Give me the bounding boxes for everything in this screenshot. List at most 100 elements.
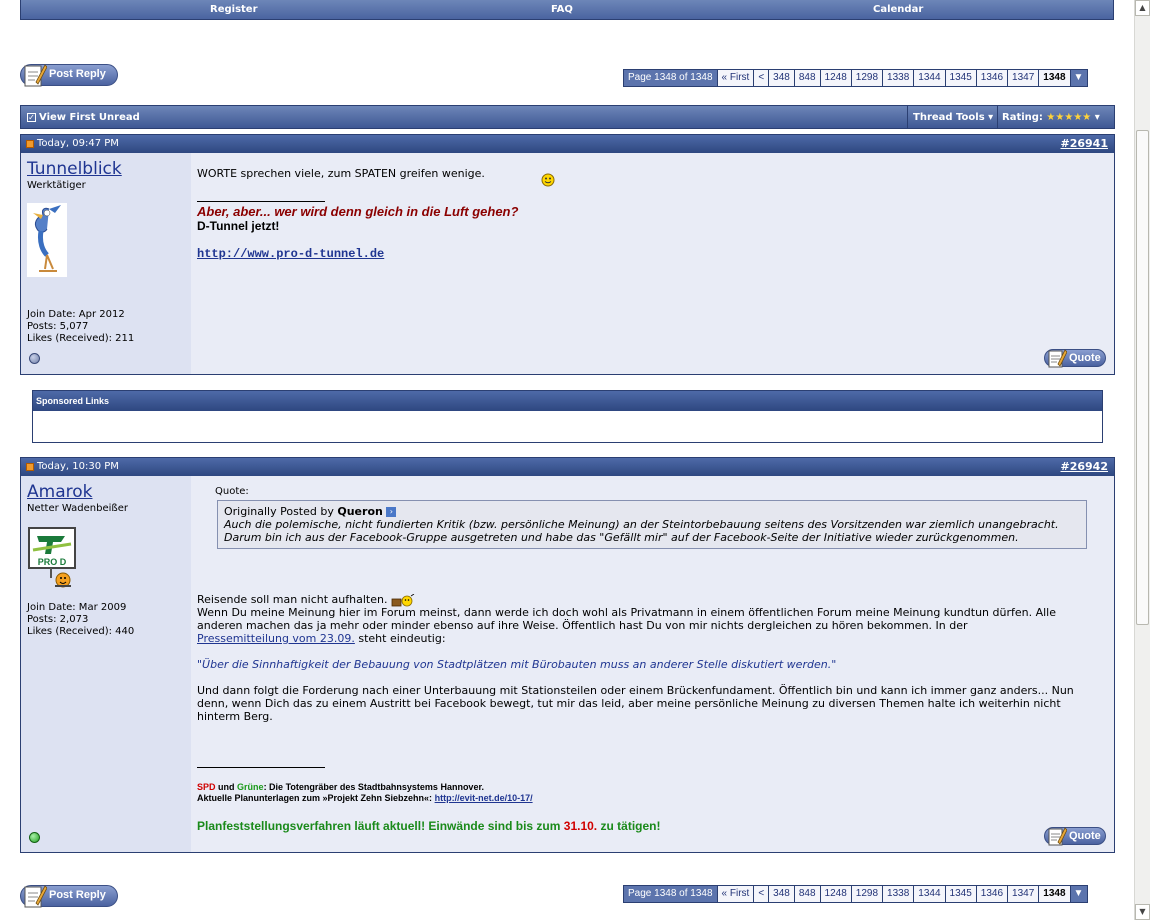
page-link[interactable]: 1338 <box>883 886 914 902</box>
chevron-down-icon: ▼ <box>1073 72 1084 83</box>
post-date: Today, 10:30 PM <box>37 461 119 472</box>
nav-faq[interactable]: FAQ <box>551 4 573 15</box>
user-title: Werktätiger <box>27 180 86 191</box>
page-current: 1348 <box>1039 70 1070 86</box>
nav-register[interactable]: Register <box>210 4 258 15</box>
page-link[interactable]: 1344 <box>914 70 945 86</box>
signature-line1: Aber, aber... wer wird denn gleich in di… <box>197 204 519 219</box>
page-link[interactable]: 1345 <box>945 70 976 86</box>
quote-block: Originally Posted by Queron › Auch die p… <box>217 500 1087 549</box>
post-body: WORTE sprechen viele, zum SPATEN greifen… <box>191 153 1114 374</box>
rating-stars: ★★★★★ <box>1046 112 1092 123</box>
join-date: Join Date: Mar 2009 <box>27 602 127 613</box>
post-number: #26942 <box>1060 460 1109 473</box>
view-first-unread-label: View First Unread <box>39 112 140 123</box>
username-link[interactable]: Tunnelblick <box>27 159 122 179</box>
post-message: WORTE sprechen viele, zum SPATEN greifen… <box>197 167 485 180</box>
page-link[interactable]: 1346 <box>976 886 1008 902</box>
quote-label: Quote <box>1069 830 1101 842</box>
post-reply-button[interactable]: Post Reply <box>20 64 118 87</box>
sig-rest1: : Die Totengräber des Stadtbahnsystems H… <box>263 782 484 792</box>
page-link[interactable]: 1346 <box>976 70 1008 86</box>
sig-und: und <box>218 782 235 792</box>
sponsored-title: Sponsored Links <box>33 391 1102 411</box>
page-info: Page 1348 of 1348 <box>624 886 717 902</box>
view-post-icon[interactable]: › <box>386 507 397 517</box>
post-date: Today, 09:47 PM <box>37 138 119 149</box>
username-link[interactable]: Amarok <box>27 482 92 502</box>
message-p2-end: steht eindeutig: <box>358 632 446 645</box>
sig-spd: SPD <box>197 782 216 792</box>
page-prev[interactable]: < <box>754 70 769 86</box>
post-26942: Today, 10:30 PM #26942 Amarok Netter Wad… <box>20 457 1115 853</box>
smiley-icon <box>541 173 555 187</box>
view-first-unread[interactable]: ✓ View First Unread <box>27 112 140 123</box>
page-jump-dropdown[interactable]: ▼ <box>1070 886 1087 902</box>
signature-link[interactable]: http://www.pro-d-tunnel.de <box>197 247 384 261</box>
message-quote-line: "Über die Sinnhaftigkeit der Bebauung vo… <box>197 658 837 671</box>
page-link[interactable]: 1298 <box>851 886 883 902</box>
chevron-down-icon: ▾ <box>1094 112 1100 123</box>
online-status-icon <box>29 832 40 843</box>
page-first[interactable]: « First <box>717 886 754 902</box>
post-number: #26941 <box>1060 137 1109 150</box>
pagination-bottom: Page 1348 of 1348 « First < 348 848 1248… <box>623 885 1088 903</box>
quote-button[interactable]: Quote <box>1044 827 1106 846</box>
post-reply-icon <box>24 885 47 908</box>
scroll-down-button[interactable]: ▼ <box>1135 904 1150 920</box>
quote-icon <box>1048 349 1067 368</box>
scroll-up-button[interactable]: ▲ <box>1135 0 1150 16</box>
rating-label: Rating: <box>1002 112 1043 123</box>
checkbox-icon: ✓ <box>27 113 36 122</box>
page-link[interactable]: 1298 <box>851 70 883 86</box>
page-link[interactable]: 1345 <box>945 886 976 902</box>
rating-menu[interactable]: Rating: ★★★★★ ▾ <box>1002 112 1100 123</box>
thread-toolbar: ✓ View First Unread Thread Tools ▾ Rating… <box>20 105 1115 129</box>
user-title: Netter Wadenbeißer <box>27 503 128 514</box>
post-number-link[interactable]: #26942 <box>1061 460 1109 473</box>
quote-label: Quote <box>1069 352 1101 364</box>
page-link[interactable]: 1347 <box>1008 886 1039 902</box>
page-link[interactable]: 848 <box>794 886 820 902</box>
avatar-text: PRO D <box>38 557 67 567</box>
post-number-link[interactable]: #26941 <box>1061 137 1109 150</box>
thread-tools-menu[interactable]: Thread Tools ▾ <box>913 112 993 123</box>
vertical-scrollbar[interactable]: ▲ ▼ <box>1134 0 1150 920</box>
scroll-thumb[interactable] <box>1136 130 1149 625</box>
sig-rest2: Aktuelle Planunterlagen zum »Projekt Zeh… <box>197 793 433 803</box>
post-status-icon <box>26 140 34 148</box>
avatar[interactable]: PRO D <box>27 526 79 590</box>
post-status-icon <box>26 463 34 471</box>
post-reply-icon <box>24 64 47 87</box>
press-release-link[interactable]: Pressemitteilung vom 23.09. <box>197 632 355 645</box>
sig-link[interactable]: http://evit-net.de/10-17/ <box>435 793 533 803</box>
nav-calendar[interactable]: Calendar <box>873 4 923 15</box>
quote-button[interactable]: Quote <box>1044 349 1106 368</box>
page-link[interactable]: 348 <box>769 886 794 902</box>
page-link[interactable]: 1344 <box>914 886 945 902</box>
page-link[interactable]: 1248 <box>820 70 851 86</box>
avatar[interactable] <box>27 203 67 277</box>
message-p1-text: Reisende soll man nicht aufhalten. <box>197 593 388 606</box>
page-link[interactable]: 1338 <box>883 70 914 86</box>
signature-divider <box>197 201 325 202</box>
page-first[interactable]: « First <box>717 70 754 86</box>
message-p2-cont: Pressemitteilung vom 23.09. steht eindeu… <box>197 632 1097 645</box>
page-jump-dropdown[interactable]: ▼ <box>1070 70 1087 86</box>
signature-divider <box>197 767 325 768</box>
user-info-panel: Tunnelblick Werktätiger Join Date: Apr 2… <box>21 153 191 374</box>
page-link[interactable]: 1248 <box>820 886 851 902</box>
sponsored-links: Sponsored Links <box>32 390 1103 443</box>
quote-text: Auch die polemische, nicht fundierten Kr… <box>224 518 1059 544</box>
thread-tools-label: Thread Tools <box>913 112 985 123</box>
post-26941: Today, 09:47 PM #26941 Tunnelblick Werkt… <box>20 134 1115 375</box>
page-link[interactable]: 348 <box>769 70 794 86</box>
page-link[interactable]: 1347 <box>1008 70 1039 86</box>
page-link[interactable]: 848 <box>794 70 820 86</box>
suitcase-smiley-icon <box>391 593 415 607</box>
quote-author: Queron <box>337 505 383 518</box>
page-prev[interactable]: < <box>754 886 769 902</box>
post-reply-button-bottom[interactable]: Post Reply <box>20 885 118 908</box>
quote-header: Originally Posted by Queron › <box>224 505 1080 518</box>
likes-count: Likes (Received): 440 <box>27 626 135 637</box>
